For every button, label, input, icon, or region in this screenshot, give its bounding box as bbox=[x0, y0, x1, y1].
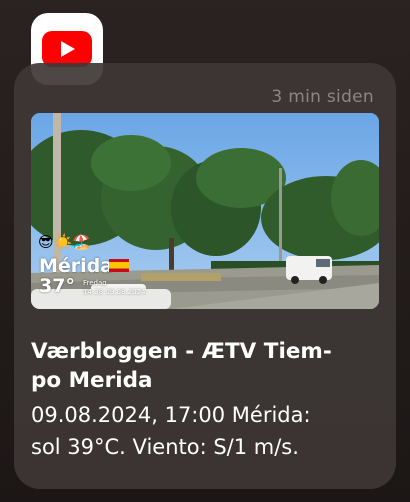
notification-body-line-2: sol 39°C. Viento: S/1 m/s. bbox=[31, 435, 299, 459]
notification-body: 09.08.2024, 17:00 Mérida: sol 39°C. Vien… bbox=[31, 399, 383, 463]
weather-emoji: 😎☀️🏖️ bbox=[38, 233, 91, 251]
notification-title-line-2: po Merida bbox=[31, 368, 153, 393]
spain-flag-icon bbox=[109, 259, 129, 272]
thumbnail-timestamp: 14:38 09.08.2024 bbox=[83, 288, 146, 296]
notification-card[interactable]: 3 min siden 😎☀️🏖️ Mérida 37° Fredag 14:3… bbox=[14, 63, 396, 489]
thumbnail-temperature: 37° bbox=[39, 275, 75, 297]
notification-body-line-1: 09.08.2024, 17:00 Mérida: bbox=[31, 403, 311, 427]
thumbnail-day: Fredag bbox=[83, 279, 107, 287]
thumbnail-city: Mérida bbox=[39, 255, 114, 277]
video-thumbnail[interactable]: 😎☀️🏖️ Mérida 37° Fredag 14:38 09.08.2024 bbox=[31, 113, 379, 309]
youtube-play-icon bbox=[42, 31, 92, 67]
notification-title: Værbloggen - ÆTV Tiem- po Merida bbox=[31, 337, 381, 395]
notification-time: 3 min siden bbox=[271, 87, 374, 107]
notification-title-line-1: Værbloggen - ÆTV Tiem- bbox=[31, 339, 332, 364]
